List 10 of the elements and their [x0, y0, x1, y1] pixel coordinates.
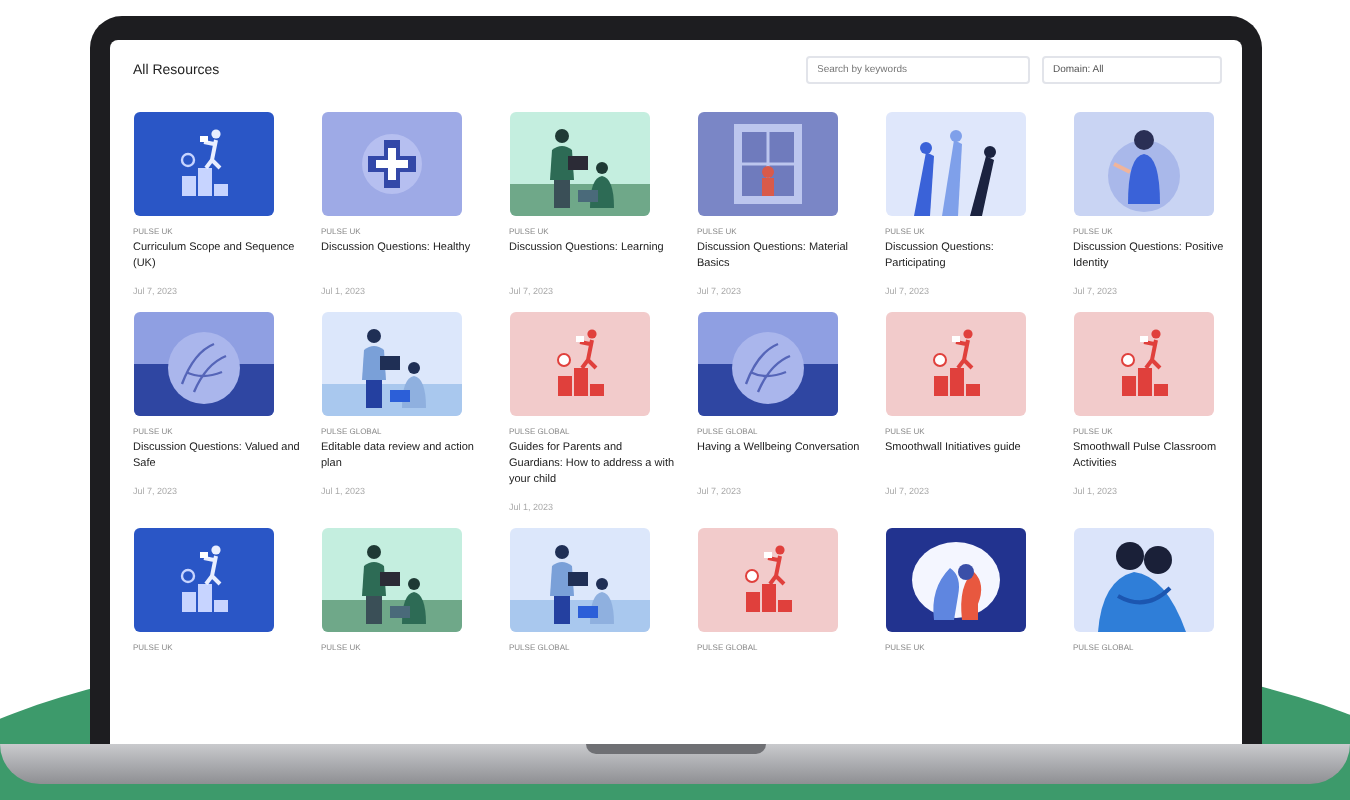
resource-illustration[interactable] — [321, 527, 461, 632]
resource-illustration[interactable] — [133, 112, 273, 216]
resource-illustration[interactable] — [509, 112, 649, 216]
resource-illustration[interactable] — [509, 527, 649, 632]
resource-illustration[interactable] — [885, 112, 1025, 216]
resource-illustration[interactable] — [321, 312, 461, 416]
resource-illustration[interactable] — [1073, 527, 1213, 632]
resource-illustration[interactable] — [885, 527, 1025, 632]
resource-illustration[interactable] — [133, 527, 273, 632]
resource-illustration[interactable] — [321, 112, 461, 216]
